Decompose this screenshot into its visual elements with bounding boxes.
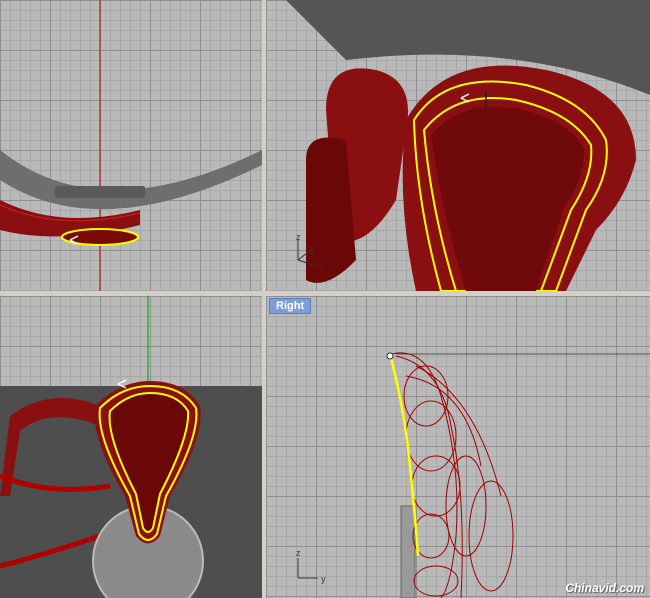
axis-label-z: z [296,548,301,558]
watermark: Chinavid.com [565,581,644,595]
right-viewport[interactable]: Right z y Chinavid.com [266,296,650,598]
top-viewport[interactable] [0,0,262,291]
axis-label-y: y [310,244,315,254]
axis-label-y: y [321,574,326,584]
axis-label-z: z [296,232,301,242]
viewport-splitter-vertical[interactable] [262,0,266,598]
viewport-label-right[interactable]: Right [269,298,312,314]
front-viewport[interactable] [0,296,262,598]
axis-label-x: x [318,260,323,270]
selected-curve [61,228,139,246]
perspective-viewport-canvas [286,0,650,291]
hub-profile [400,505,416,598]
hub-surface [55,186,145,198]
viewport-splitter-horizontal[interactable] [0,291,650,296]
curve-start-point [386,352,394,360]
perspective-viewport[interactable]: z y x [266,0,650,291]
front-viewport-canvas [0,296,262,598]
right-viewport-canvas [297,352,650,598]
top-viewport-canvas [0,0,262,291]
ring-surface [0,150,262,210]
